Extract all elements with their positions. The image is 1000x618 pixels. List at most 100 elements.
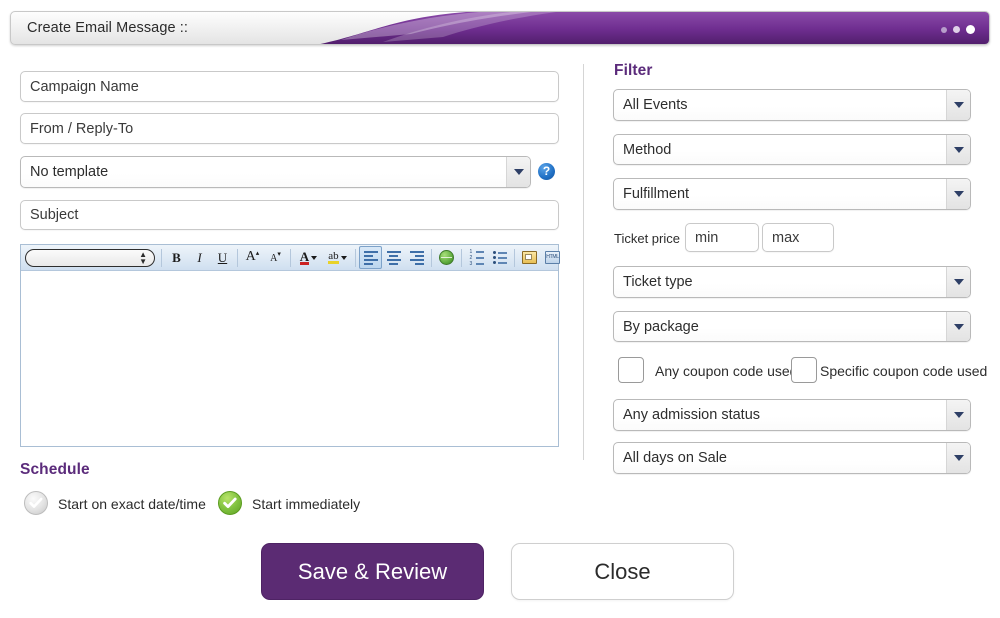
toolbar-separator xyxy=(355,249,356,267)
chevron-down-icon xyxy=(311,256,317,260)
html-source-icon: HTML xyxy=(545,251,560,264)
ticket-type-select-arrow[interactable] xyxy=(946,267,970,297)
close-button[interactable]: Close xyxy=(511,543,734,600)
underline-icon: U xyxy=(218,250,227,266)
chevron-down-icon xyxy=(954,279,964,285)
html-source-button[interactable]: HTML xyxy=(541,246,564,269)
all-events-select-value: All Events xyxy=(623,97,687,113)
ticket-type-select[interactable]: Ticket type xyxy=(613,266,971,298)
template-select[interactable]: No template xyxy=(20,156,531,188)
all-events-select-arrow[interactable] xyxy=(946,90,970,120)
fulfillment-select[interactable]: Fulfillment xyxy=(613,178,971,210)
ticket-price-min-input[interactable] xyxy=(685,223,759,252)
by-package-select-value: By package xyxy=(623,319,699,335)
bold-icon: B xyxy=(172,250,181,266)
maximize-dot-icon[interactable] xyxy=(953,26,960,33)
chevron-down-icon xyxy=(514,169,524,175)
method-select-value: Method xyxy=(623,142,671,158)
method-select[interactable]: Method xyxy=(613,134,971,165)
bulleted-list-button[interactable] xyxy=(488,246,511,269)
admission-status-select[interactable]: Any admission status xyxy=(613,399,971,431)
panel-divider xyxy=(583,64,584,460)
window-controls[interactable] xyxy=(941,25,975,34)
template-select-value: No template xyxy=(30,164,108,180)
schedule-option-exact-datetime-label[interactable]: Start on exact date/time xyxy=(58,496,206,512)
window-titlebar: Create Email Message :: xyxy=(10,11,990,45)
insert-link-button[interactable] xyxy=(435,246,458,269)
by-package-select[interactable]: By package xyxy=(613,311,971,342)
fulfillment-select-arrow[interactable] xyxy=(946,179,970,209)
days-on-sale-select[interactable]: All days on Sale xyxy=(613,442,971,474)
chevron-down-icon xyxy=(954,455,964,461)
toolbar-separator xyxy=(431,249,432,267)
highlight-icon: ab xyxy=(328,251,338,264)
specific-coupon-code-label[interactable]: Specific coupon code used xyxy=(820,363,987,379)
save-and-review-button[interactable]: Save & Review xyxy=(261,543,484,600)
italic-button[interactable]: I xyxy=(188,246,211,269)
numbered-list-button[interactable]: 1 2 3 xyxy=(465,246,488,269)
decrease-font-size-button[interactable]: A▾ xyxy=(264,246,287,269)
admission-status-select-value: Any admission status xyxy=(623,407,760,423)
text-color-icon: A xyxy=(300,251,309,265)
minimize-dot-icon[interactable] xyxy=(941,27,947,33)
check-icon xyxy=(219,492,241,514)
align-left-icon xyxy=(364,251,378,265)
help-icon[interactable]: ? xyxy=(538,163,555,180)
subject-input[interactable] xyxy=(20,200,559,230)
increase-font-size-button[interactable]: A▴ xyxy=(241,246,264,269)
campaign-name-input[interactable] xyxy=(20,71,559,102)
image-icon xyxy=(522,251,537,264)
any-coupon-code-checkbox[interactable] xyxy=(618,357,644,383)
editor-body[interactable] xyxy=(21,271,558,446)
days-on-sale-select-arrow[interactable] xyxy=(946,443,970,473)
chevron-down-icon xyxy=(954,102,964,108)
chevron-down-icon xyxy=(954,412,964,418)
specific-coupon-code-checkbox[interactable] xyxy=(791,357,817,383)
globe-link-icon xyxy=(439,250,454,265)
numbered-list-icon: 1 2 3 xyxy=(470,250,484,266)
fulfillment-select-value: Fulfillment xyxy=(623,186,689,202)
email-body-editor: ▲▼ B I U A▴ A▾ A ab xyxy=(20,244,559,447)
method-select-arrow[interactable] xyxy=(946,135,970,164)
any-coupon-code-label[interactable]: Any coupon code used xyxy=(655,363,797,379)
align-left-button[interactable] xyxy=(359,246,382,269)
toolbar-separator xyxy=(237,249,238,267)
chevron-down-icon xyxy=(954,191,964,197)
italic-icon: I xyxy=(197,250,201,266)
toolbar-separator xyxy=(461,249,462,267)
window-title: Create Email Message :: xyxy=(27,20,188,36)
check-icon xyxy=(25,492,47,514)
schedule-option-immediately-label[interactable]: Start immediately xyxy=(252,496,360,512)
ticket-price-max-input[interactable] xyxy=(762,223,834,252)
highlight-color-button[interactable]: ab xyxy=(323,246,352,269)
font-shrink-icon: A▾ xyxy=(270,250,281,264)
toolbar-separator xyxy=(290,249,291,267)
toolbar-separator xyxy=(161,249,162,267)
bold-button[interactable]: B xyxy=(165,246,188,269)
close-dot-icon[interactable] xyxy=(966,25,975,34)
editor-toolbar: ▲▼ B I U A▴ A▾ A ab xyxy=(21,245,558,271)
chevron-down-icon xyxy=(341,256,347,260)
schedule-option-immediately-toggle[interactable] xyxy=(218,491,242,515)
all-events-select[interactable]: All Events xyxy=(613,89,971,121)
admission-status-select-arrow[interactable] xyxy=(946,400,970,430)
stepper-arrows-icon: ▲▼ xyxy=(139,251,147,265)
filter-heading: Filter xyxy=(614,62,653,80)
days-on-sale-select-value: All days on Sale xyxy=(623,450,727,466)
font-grow-icon: A▴ xyxy=(246,249,260,265)
template-select-arrow[interactable] xyxy=(506,157,530,187)
editor-format-select[interactable]: ▲▼ xyxy=(25,249,155,267)
underline-button[interactable]: U xyxy=(211,246,234,269)
toolbar-separator xyxy=(514,249,515,267)
schedule-option-exact-datetime-toggle[interactable] xyxy=(24,491,48,515)
align-center-button[interactable] xyxy=(382,246,405,269)
align-right-button[interactable] xyxy=(405,246,428,269)
align-right-icon xyxy=(410,251,424,265)
from-reply-to-input[interactable] xyxy=(20,113,559,144)
by-package-select-arrow[interactable] xyxy=(946,312,970,341)
ticket-type-select-value: Ticket type xyxy=(623,274,693,290)
chevron-down-icon xyxy=(954,324,964,330)
bulleted-list-icon xyxy=(493,251,507,264)
insert-image-button[interactable] xyxy=(518,246,541,269)
text-color-button[interactable]: A xyxy=(294,246,323,269)
